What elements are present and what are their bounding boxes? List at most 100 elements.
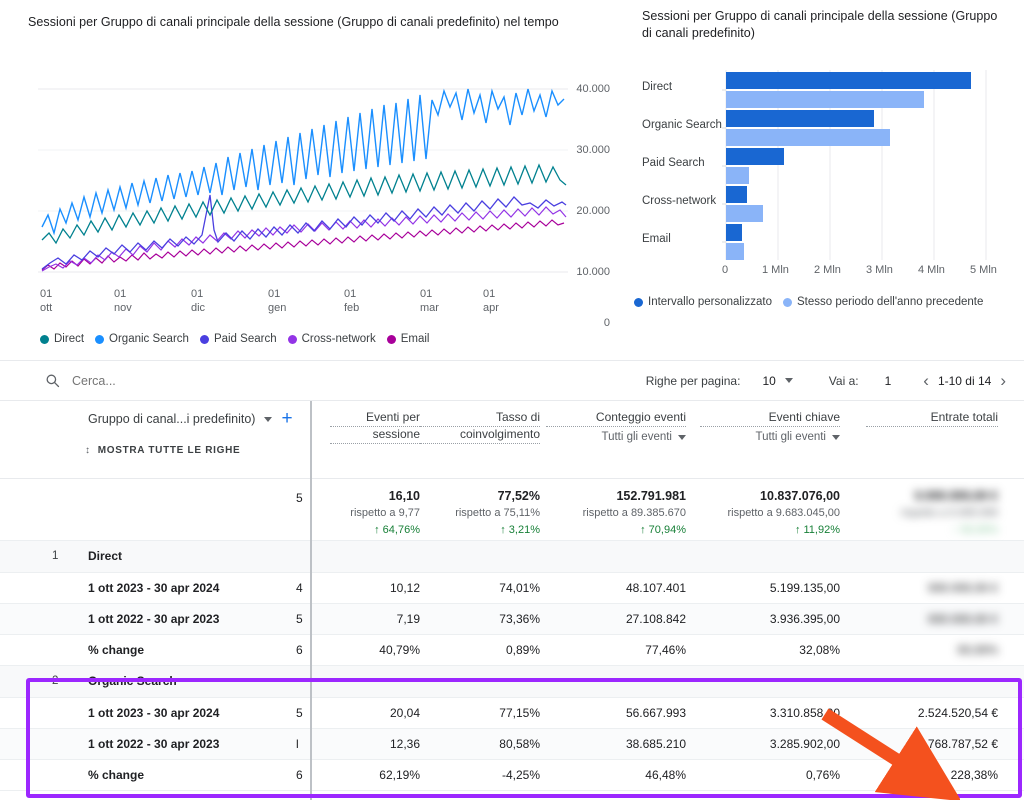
x-tick-month: mar bbox=[420, 302, 439, 314]
x-tick-day: 01 bbox=[114, 288, 127, 300]
table-row[interactable]: 1 ott 2022 - 30 apr 2023 l 12,36 80,58% … bbox=[0, 729, 1024, 760]
column-header-tasso-coinvolgimento[interactable]: Tasso di coinvolgimento bbox=[420, 410, 540, 444]
table-toolbar: Righe per pagina: 10 Vai a: 1 ‹ 1-10 di … bbox=[0, 360, 1024, 401]
cell-conteggio-eventi: 77,46% bbox=[645, 643, 686, 657]
bar-x-tick-0: 0 bbox=[722, 264, 729, 276]
legend-label-organic-search: Organic Search bbox=[109, 333, 189, 345]
table-row[interactable]: 1 ott 2023 - 30 apr 2024 5 20,04 77,15% … bbox=[0, 698, 1024, 729]
bar-x-tick-5mln: 5 Mln bbox=[970, 264, 997, 276]
search-box[interactable] bbox=[0, 373, 372, 388]
legend-dot-organic-search bbox=[95, 334, 105, 344]
legend-item-direct[interactable]: Direct bbox=[40, 333, 84, 345]
legend-item-intervallo-personalizzato[interactable]: Intervallo personalizzato bbox=[634, 296, 772, 308]
previous-page-button[interactable]: ‹ bbox=[923, 372, 929, 389]
table-totals-row: 5 16,10 rispetto a 9,77 ↑ 64,76% 77,52% … bbox=[0, 479, 1024, 541]
cell-eventi-chiave: 5.199.135,00 bbox=[769, 581, 840, 595]
table-row[interactable]: 1 ott 2022 - 30 apr 2023 5 7,19 73,36% 2… bbox=[0, 604, 1024, 635]
sessions-by-channel-card: Sessioni per Gruppo di canali principale… bbox=[622, 0, 1024, 352]
x-tick-month: apr bbox=[483, 302, 499, 314]
chevron-down-icon[interactable] bbox=[264, 416, 273, 422]
col-sub-label: Tutti gli eventi bbox=[755, 431, 826, 443]
legend-item-organic-search[interactable]: Organic Search bbox=[95, 333, 189, 345]
totals-entrate-totali-compare: rispetto a 9.999.999 bbox=[900, 507, 998, 519]
column-header-eventi-per-sessione[interactable]: Eventi per sessione bbox=[330, 410, 420, 444]
cell-eventi-chiave: 0,76% bbox=[805, 768, 840, 782]
go-to-page-value[interactable]: 1 bbox=[885, 374, 892, 388]
table-group-row[interactable]: 1 Direct bbox=[0, 541, 1024, 573]
search-input[interactable] bbox=[72, 373, 372, 388]
chevron-down-icon[interactable] bbox=[784, 378, 793, 383]
legend-dot-email bbox=[386, 334, 396, 344]
dimension-label: Gruppo di canal...i predefinito) bbox=[88, 412, 256, 426]
cell-eventi-chiave: 3.936.395,00 bbox=[769, 612, 840, 626]
cell-eventi-chiave: 3.310.858,00 bbox=[769, 706, 840, 720]
x-tick-ott: 01 ott bbox=[40, 287, 52, 315]
cell-eventi-chiave: 3.285.902,00 bbox=[769, 737, 840, 751]
x-tick-day: 01 bbox=[40, 288, 53, 300]
totals-conteggio-eventi: 152.791.981 bbox=[616, 489, 686, 503]
rows-per-page-value[interactable]: 10 bbox=[762, 374, 775, 388]
legend-item-stesso-periodo[interactable]: Stesso periodo dell'anno precedente bbox=[783, 296, 983, 308]
legend-dot-cross-network bbox=[287, 334, 297, 344]
row-index: 1 bbox=[52, 550, 59, 562]
col-sub-filter[interactable]: Tutti gli eventi bbox=[546, 430, 686, 445]
add-dimension-icon[interactable]: + bbox=[281, 409, 292, 428]
sort-updown-icon: ↕ bbox=[85, 444, 91, 456]
cell-eventi-per-sessione: 40,79% bbox=[379, 643, 420, 657]
totals-eventi-per-sessione-compare: rispetto a 9,77 bbox=[350, 507, 420, 519]
legend-dot-paid-search bbox=[199, 334, 209, 344]
legend-label-current-range: Intervallo personalizzato bbox=[648, 296, 773, 308]
table-group-row[interactable]: 2 Organic Search bbox=[0, 666, 1024, 698]
totals-conteggio-eventi-delta: ↑ 70,94% bbox=[640, 524, 686, 536]
line-chart-title: Sessioni per Gruppo di canali principale… bbox=[28, 15, 559, 29]
legend-item-email[interactable]: Email bbox=[386, 333, 430, 345]
table-row[interactable]: 1 ott 2023 - 30 apr 2024 4 10,12 74,01% … bbox=[0, 573, 1024, 604]
column-header-conteggio-eventi[interactable]: Conteggio eventi Tutti gli eventi bbox=[546, 410, 686, 445]
cell-tasso-coinvolgimento: 73,36% bbox=[499, 612, 540, 626]
cell-conteggio-eventi: 48.107.401 bbox=[625, 581, 686, 595]
col-title-line2: sessione bbox=[330, 427, 420, 444]
bar-category-cross-network: Cross-network bbox=[642, 195, 717, 207]
charts-row: Sessioni per Gruppo di canali principale… bbox=[0, 0, 1024, 352]
legend-item-paid-search[interactable]: Paid Search bbox=[199, 333, 277, 345]
totals-eventi-chiave-compare: rispetto a 9.683.045,00 bbox=[727, 507, 840, 519]
col-title-line1: Eventi per bbox=[330, 410, 420, 427]
bar-chart: Direct Organic Search Paid Search Cross-… bbox=[634, 52, 1010, 308]
bar-x-tick-2mln: 2 Mln bbox=[814, 264, 841, 276]
column-header-entrate-totali[interactable]: Entrate totali bbox=[866, 410, 998, 427]
cell-entrate-totali: 999.999,99 € bbox=[927, 581, 998, 595]
legend-item-cross-network[interactable]: Cross-network bbox=[287, 333, 376, 345]
totals-entrate-totali-delta: ↑ 99,99% bbox=[952, 524, 998, 536]
totals-entrate-totali: 9.999.999,99 € bbox=[914, 489, 998, 503]
cell-tasso-coinvolgimento: 80,58% bbox=[499, 737, 540, 751]
show-all-rows-label: MOSTRA TUTTE LE RIGHE bbox=[97, 445, 241, 456]
next-page-button[interactable]: › bbox=[1000, 372, 1006, 389]
cell-tasso-coinvolgimento: -4,25% bbox=[501, 768, 540, 782]
cell-conteggio-eventi: 46,48% bbox=[645, 768, 686, 782]
x-tick-month: dic bbox=[191, 302, 206, 314]
cell-tasso-coinvolgimento: 77,15% bbox=[499, 706, 540, 720]
channel-name[interactable]: Organic Search bbox=[88, 674, 177, 688]
totals-tasso-coinvolgimento-delta: ↑ 3,21% bbox=[500, 524, 540, 536]
sessions-over-time-card: Sessioni per Gruppo di canali principale… bbox=[0, 0, 622, 352]
totals-tasso-coinvolgimento-compare: rispetto a 75,11% bbox=[455, 507, 540, 519]
search-icon bbox=[46, 374, 60, 388]
y-tick-10000: 10.000 bbox=[576, 266, 610, 278]
chevron-down-icon[interactable] bbox=[678, 435, 686, 440]
col-title-line2: coinvolgimento bbox=[420, 427, 540, 444]
chevron-down-icon[interactable] bbox=[832, 435, 840, 440]
bar-chart-legend: Intervallo personalizzato Stesso periodo… bbox=[634, 296, 983, 308]
channel-name[interactable]: Direct bbox=[88, 549, 122, 563]
table-row[interactable]: % change 6 40,79% 0,89% 77,46% 32,08% 99… bbox=[0, 635, 1024, 666]
legend-label-email: Email bbox=[400, 333, 430, 345]
x-tick-month: ott bbox=[40, 302, 53, 314]
col-sub-filter[interactable]: Tutti gli eventi bbox=[700, 430, 840, 445]
channel-group-table: Gruppo di canal...i predefinito) + ↕ MOS… bbox=[0, 401, 1024, 800]
x-tick-feb: 01 feb bbox=[344, 287, 359, 315]
table-row[interactable]: % change 6 62,19% -4,25% 46,48% 0,76% 22… bbox=[0, 760, 1024, 791]
show-all-rows-button[interactable]: ↕ MOSTRA TUTTE LE RIGHE bbox=[85, 445, 240, 456]
cell-entrate-totali: 888.888,88 € bbox=[927, 612, 998, 626]
dimension-selector[interactable]: Gruppo di canal...i predefinito) + bbox=[88, 409, 293, 428]
column-header-eventi-chiave[interactable]: Eventi chiave Tutti gli eventi bbox=[700, 410, 840, 445]
cell-eventi-per-sessione: 7,19 bbox=[396, 612, 420, 626]
